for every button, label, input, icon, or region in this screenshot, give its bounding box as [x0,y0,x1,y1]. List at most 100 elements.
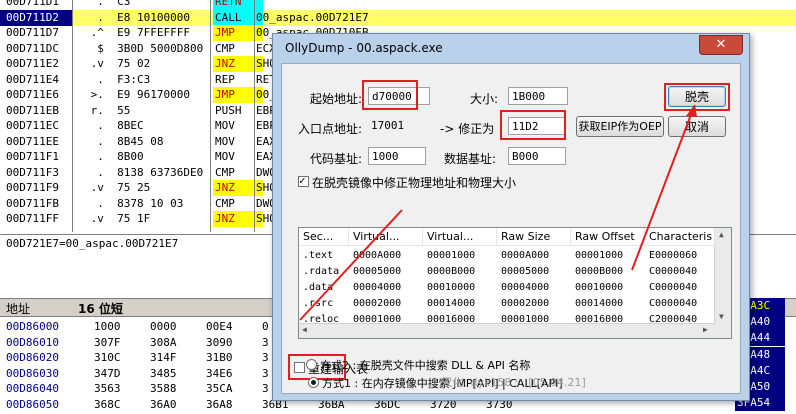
section-cell[interactable]: 00002000 [349,296,427,312]
dialog-body: 起始地址: d70000 大小: 1B000 脱壳 入口点地址: 17001 -… [281,63,741,394]
entry-point-field: 17001 [368,117,428,135]
section-table[interactable]: ▲ ▼ ◀ ▶ Sec... Virtual... Virtual... Raw Si… [298,227,732,339]
section-cell[interactable]: .data [299,280,353,296]
fix-raw-label: 在脱壳镜像中修正物理地址和物理大小 [312,176,517,190]
disasm-address: 00D711F3 [6,165,59,179]
column-separator[interactable] [254,0,255,232]
section-cell[interactable]: .text [299,248,353,264]
disasm-bytes: . 8BEC [84,119,144,132]
disasm-address: 00D711FB [6,196,59,210]
disasm-bytes: .^ E9 7FFEFFFF [84,26,190,39]
disasm-mnemonic: RETN [213,0,263,10]
section-column-header[interactable]: Sec... [299,228,349,246]
size-label: 大小: [470,92,499,106]
size-field[interactable]: 1B000 [508,87,568,105]
dump-address: 00D86010 [6,335,59,349]
dump-word: 3 [262,351,269,365]
highlight-oep-field [500,110,566,140]
dump-word: 00E4 [206,320,233,333]
disasm-address: 00D711E6 [6,88,59,101]
dump-address: 00D86050 [6,398,59,411]
dump-word: 368C [94,398,121,411]
disasm-bytes: . 8B45 08 [84,134,164,148]
entry-point-label: 入口点地址: [298,122,363,136]
section-cell[interactable]: 0000A000 [349,248,427,264]
fix-to-label: -> 修正为 [440,122,495,136]
section-cell[interactable]: 00005000 [349,264,427,280]
section-cell[interactable]: 00016000 [423,312,501,328]
dump-word: 308A [150,335,177,349]
disasm-row[interactable]: 00D711D1 . C3 RETN [0,0,796,10]
cancel-button[interactable]: 取消 [668,116,726,137]
method2-radio[interactable] [306,359,317,370]
section-cell[interactable]: 00001000 [349,312,427,328]
section-cell[interactable]: .rdata [299,264,353,280]
section-column-header[interactable]: Virtual... [349,228,423,246]
disasm-address: 00D711FF [6,212,59,225]
disasm-address: 00D711DC [6,41,59,55]
section-cell[interactable]: 0000A000 [497,248,575,264]
disasm-bytes: . 8138 63736DE0 [84,165,204,179]
section-cell[interactable]: C0000040 [645,296,719,312]
section-cell[interactable]: 00001000 [571,248,649,264]
section-cell[interactable]: C0000040 [645,264,719,280]
highlight-dump-button [664,83,730,111]
dump-header-mode[interactable]: 16 位短 [78,300,123,317]
section-cell[interactable]: C0000040 [645,280,719,296]
section-cell[interactable]: 0000B000 [423,264,501,280]
close-button[interactable]: ✕ [699,35,743,55]
dump-header-address[interactable]: 地址 [6,300,30,317]
dialog-title: OllyDump - 00.aspack.exe [285,41,443,55]
disasm-address: 00D711EB [6,103,59,117]
start-address-label: 起始地址: [310,92,363,106]
section-cell[interactable]: 00016000 [571,312,649,328]
section-cell[interactable]: 00002000 [497,296,575,312]
section-cell[interactable]: 0000B000 [571,264,649,280]
section-column-header[interactable]: Raw Size [497,228,571,246]
section-cell[interactable]: 00014000 [423,296,501,312]
section-cell[interactable]: .reloc [299,312,353,328]
disasm-address: 00D711F1 [6,150,59,163]
ollydump-dialog: OllyDump - 00.aspack.exe ✕ 起始地址: d70000 … [272,33,750,401]
disasm-bytes: .v 75 25 [84,181,151,194]
disasm-row[interactable]: 00D711D2 . E8 10100000 CALL 00_aspac.00D72… [0,9,796,26]
dump-word: 0 [262,320,269,333]
section-cell[interactable]: 00010000 [423,280,501,296]
disasm-bytes: . 8378 10 03 [84,196,184,210]
dump-word: 36A0 [150,398,177,411]
disasm-address: 00D711E2 [6,57,59,70]
data-base-field[interactable]: B000 [508,147,566,165]
dump-address: 00D86040 [6,382,59,396]
section-cell[interactable]: 00010000 [571,280,649,296]
dump-word: 3090 [206,335,233,349]
dump-word: 34E6 [206,366,233,380]
get-eip-as-oep-button[interactable]: 获取EIP作为OEP [576,116,664,137]
column-separator[interactable] [72,0,73,232]
credit-text: ☆ 汉化: dyk158 ☆ [05.04.21] [428,376,586,389]
disasm-bytes: . 8B00 [84,150,144,163]
dump-word: 36A8 [206,398,233,411]
section-cell[interactable]: 00001000 [423,248,501,264]
section-cell[interactable]: C2000040 [645,312,719,328]
method1-radio[interactable] [308,377,319,388]
code-base-field[interactable]: 1000 [368,147,426,165]
section-cell[interactable]: 00004000 [349,280,427,296]
dump-word: 347D [94,366,121,380]
fix-raw-checkbox[interactable] [298,174,309,187]
section-cell[interactable]: 00004000 [497,280,575,296]
section-cell[interactable]: E0000060 [645,248,719,264]
dump-word: 3 [262,382,269,396]
section-cell[interactable]: 00001000 [497,312,575,328]
dump-address: 00D86030 [6,366,59,380]
section-cell[interactable]: 00005000 [497,264,575,280]
dump-word: 3485 [150,366,177,380]
disasm-bytes: . E8 10100000 [84,10,190,24]
section-column-header[interactable]: Characteris [645,228,715,246]
section-column-header[interactable]: Virtual... [423,228,497,246]
dump-word: 31B0 [206,351,233,365]
section-column-header[interactable]: Raw Offset [571,228,645,246]
info-text: 00D721E7=00_aspac.00D721E7 [6,237,179,250]
column-separator[interactable] [210,0,211,232]
section-cell[interactable]: .rsrc [299,296,353,312]
section-cell[interactable]: 00014000 [571,296,649,312]
